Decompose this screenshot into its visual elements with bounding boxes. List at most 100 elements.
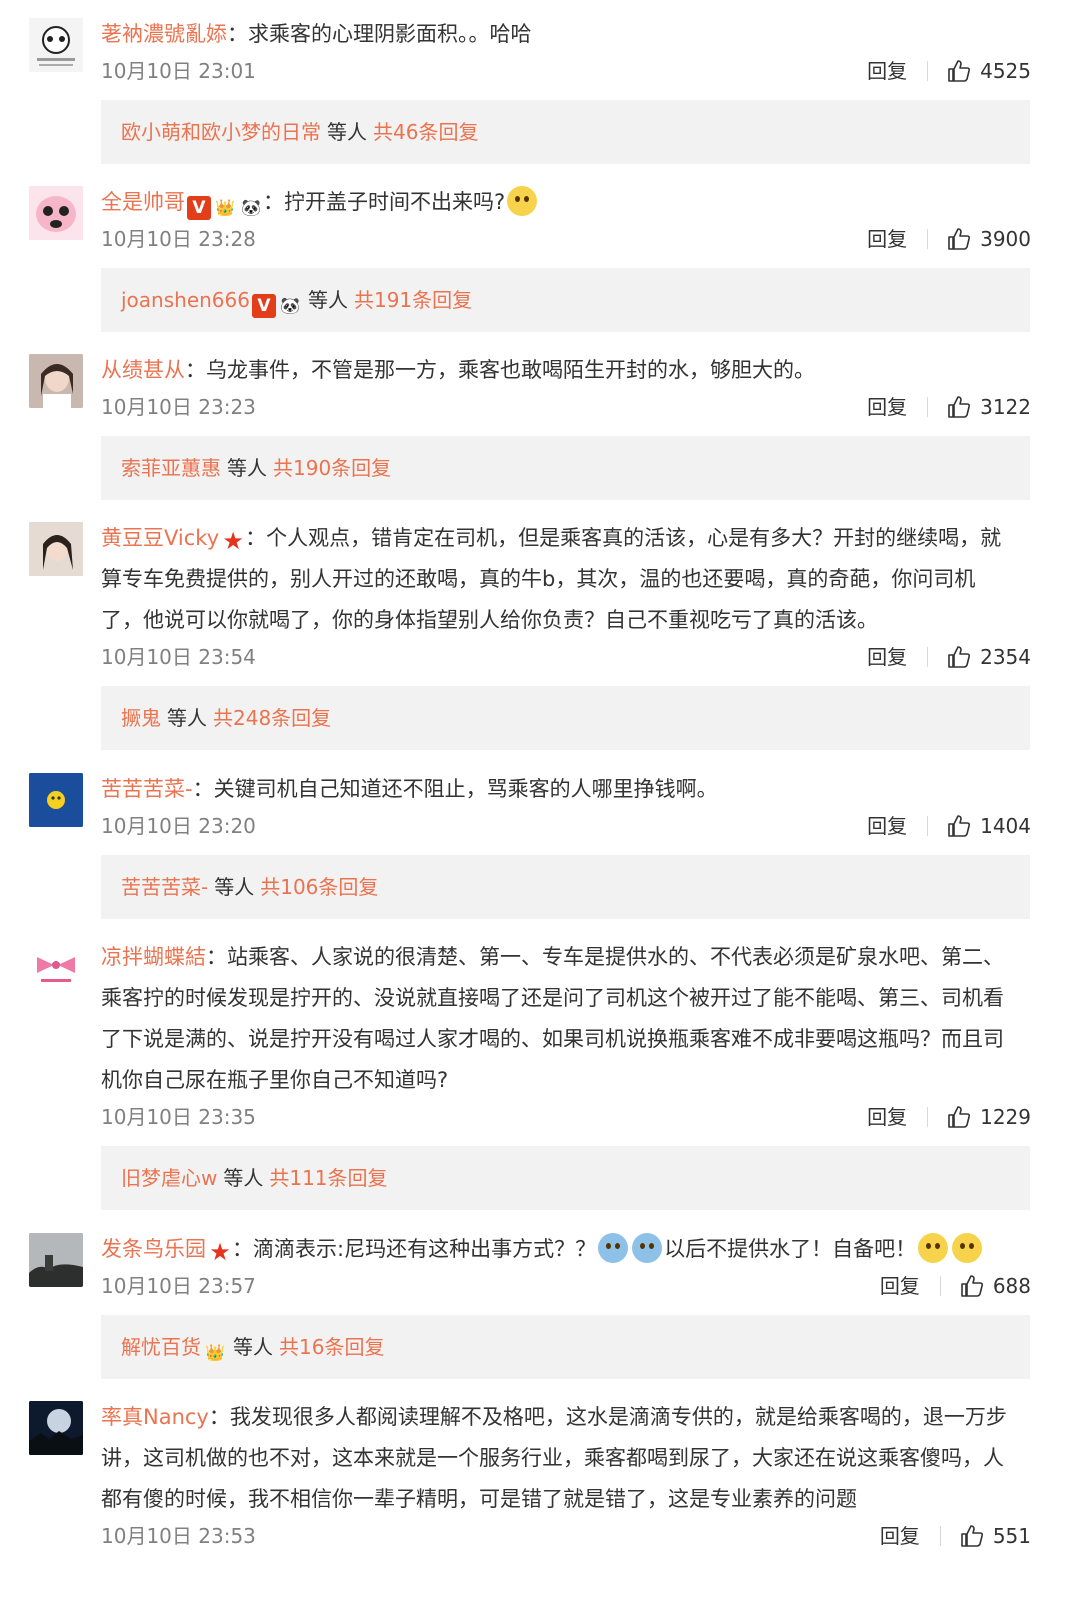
replies-count-link[interactable]: 共106条回复	[260, 875, 378, 899]
pink-bow-avatar[interactable]	[29, 941, 83, 995]
reply-username-link[interactable]: 索菲亚蕙惠	[121, 456, 221, 480]
reply-username-link[interactable]: 旧梦虐心w	[121, 1166, 217, 1190]
username-link[interactable]: 黄豆豆Vicky	[101, 526, 219, 550]
replies-count-link[interactable]: 共46条回复	[373, 120, 478, 144]
pink-panda-avatar[interactable]	[29, 186, 83, 240]
reply-button[interactable]: 回复	[880, 1271, 920, 1301]
name-separator: ：	[245, 526, 267, 550]
reply-button[interactable]: 回复	[867, 642, 907, 672]
replies-summary[interactable]: 欧小萌和欧小梦的日常 等人 共46条回复	[101, 100, 1030, 164]
like-button[interactable]: 3122	[946, 392, 1031, 422]
like-button[interactable]: 551	[959, 1521, 1031, 1551]
shocked-emoji	[632, 1233, 663, 1263]
reply-button[interactable]: 回复	[867, 392, 907, 422]
replies-summary[interactable]: 索菲亚蕙惠 等人 共190条回复	[101, 436, 1030, 500]
name-separator: ：	[232, 1237, 253, 1261]
replies-summary[interactable]: 旧梦虐心w 等人 共111条回复	[101, 1146, 1030, 1210]
comment-line: 都有傻的时候，我不相信你一辈子精明，可是错了就是错了，这是专业素养的问题	[101, 1487, 857, 1511]
username-link[interactable]: 荖衲濃號亂婖	[101, 22, 227, 46]
name-separator: ：	[192, 777, 214, 801]
thumbs-up-icon	[946, 58, 980, 84]
crown-badge-icon: 👑	[215, 198, 235, 217]
comment-meta: 10月10日 23:57 回复 688	[101, 1271, 1031, 1301]
name-separator: ：	[208, 1405, 230, 1429]
replies-summary[interactable]: 撅鬼 等人 共248条回复	[101, 686, 1030, 750]
thumbs-up-icon	[959, 1273, 993, 1299]
username-link[interactable]: 率真Nancy	[101, 1405, 209, 1429]
comment-text: 率真Nancy：我发现很多人都阅读理解不及格吧，这水是滴滴专供的，就是给乘客喝的…	[101, 1397, 1041, 1520]
laugh-emoji	[918, 1233, 949, 1263]
replies-connector: 等人	[227, 456, 267, 480]
reply-button[interactable]: 回复	[880, 1521, 920, 1551]
timestamp: 10月10日 23:54	[101, 645, 256, 669]
replies-count-link[interactable]: 共190条回复	[273, 456, 391, 480]
like-count: 2354	[980, 645, 1031, 669]
comment-text: 黄豆豆Vicky ★：个人观点，错肯定在司机，但是乘客真的活该，心是有多大？开封的…	[101, 518, 1041, 641]
thumbs-up-icon	[946, 226, 980, 252]
like-button[interactable]: 4525	[946, 56, 1031, 86]
like-button[interactable]: 2354	[946, 642, 1031, 672]
username-link[interactable]: 全是帅哥	[101, 190, 185, 214]
comment-line: 乌龙事件，不管是那一方，乘客也敢喝陌生开封的水，够胆大的。	[206, 358, 815, 382]
comment-actions: 回复 688	[880, 1271, 1031, 1301]
replies-summary[interactable]: 苦苦苦菜- 等人 共106条回复	[101, 855, 1030, 919]
replies-summary[interactable]: joanshen666 V 🐼 等人 共191条回复	[101, 268, 1030, 332]
timestamp: 10月10日 23:01	[101, 59, 256, 83]
replies-connector: 等人	[214, 875, 255, 899]
timestamp: 10月10日 23:28	[101, 227, 256, 251]
replies-count-link[interactable]: 共191条回复	[354, 288, 472, 312]
divider	[927, 816, 929, 836]
comment-line: 站乘客、人家说的很清楚、第一、专车是提供水的、不代表必须是矿泉水吧、第二、	[227, 945, 1004, 969]
like-button[interactable]: 3900	[946, 224, 1031, 254]
comment-text: 发条鸟乐园 ★：滴滴表示:尼玛还有这种出事方式？？ 以后不提供水了！自备吧！	[101, 1229, 1041, 1270]
woman-photo-avatar[interactable]	[29, 522, 83, 576]
like-count: 551	[992, 1524, 1031, 1548]
comment-actions: 回复 4525	[867, 56, 1031, 86]
like-button[interactable]: 1404	[946, 811, 1031, 841]
blue-sky-avatar[interactable]	[29, 773, 83, 827]
reply-username-link[interactable]: 欧小萌和欧小梦的日常	[121, 120, 321, 144]
verified-v-badge: V	[251, 294, 276, 318]
verified-v-badge: V	[187, 196, 211, 220]
reply-button[interactable]: 回复	[867, 56, 907, 86]
thumbs-up-icon	[946, 394, 980, 420]
reply-username-link[interactable]: 苦苦苦菜-	[121, 875, 208, 899]
star-badge-icon: ★	[209, 1238, 231, 1266]
dark-landscape-avatar[interactable]	[29, 1233, 83, 1287]
comment-line: 个人观点，错肯定在司机，但是乘客真的活该，心是有多大？开封的继续喝，就	[266, 526, 1002, 550]
panda-meme-avatar[interactable]	[29, 18, 83, 72]
replies-count-link[interactable]: 共16条回复	[279, 1335, 384, 1359]
reply-username-link[interactable]: 撅鬼	[121, 706, 161, 730]
like-count: 1404	[980, 814, 1031, 838]
username-link[interactable]: 从绩甚从	[101, 358, 185, 382]
timestamp: 10月10日 23:35	[101, 1105, 256, 1129]
replies-count-link[interactable]: 共111条回复	[269, 1166, 387, 1190]
moon-night-avatar[interactable]	[29, 1401, 83, 1455]
like-button[interactable]: 688	[959, 1271, 1031, 1301]
comment-meta: 10月10日 23:01 回复 4525	[101, 56, 1031, 86]
girl-photo-avatar[interactable]	[29, 354, 83, 408]
username-link[interactable]: 苦苦苦菜-	[101, 777, 193, 801]
like-count: 3900	[980, 227, 1031, 251]
thumbs-up-icon	[946, 813, 980, 839]
reply-button[interactable]: 回复	[867, 1102, 907, 1132]
comment-line: 机你自己尿在瓶子里你自己不知道吗?	[101, 1068, 449, 1092]
username-link[interactable]: 凉拌蝴蝶結	[101, 945, 206, 969]
reply-button[interactable]: 回复	[867, 811, 907, 841]
comment-meta: 10月10日 23:20 回复 1404	[101, 811, 1031, 841]
comment-line: 乘客拧的时候发现是拧开的、没说就直接喝了还是问了司机这个被开过了能不能喝、第三、…	[101, 986, 1004, 1010]
thumbs-up-icon	[946, 644, 980, 670]
username-link[interactable]: 发条鸟乐园	[101, 1237, 206, 1261]
comment-text: 苦苦苦菜-：关键司机自己知道还不阻止，骂乘客的人哪里挣钱啊。	[101, 769, 1041, 810]
like-button[interactable]: 1229	[946, 1102, 1031, 1132]
divider	[927, 61, 929, 81]
reply-username-link[interactable]: joanshen666	[121, 288, 250, 312]
replies-count-link[interactable]: 共248条回复	[213, 706, 331, 730]
replies-summary[interactable]: 解忧百货 👑 等人 共16条回复	[101, 1315, 1030, 1379]
like-count: 3122	[980, 395, 1031, 419]
reply-username-link[interactable]: 解忧百货	[121, 1335, 201, 1359]
comment-meta: 10月10日 23:23 回复 3122	[101, 392, 1031, 422]
reply-button[interactable]: 回复	[867, 224, 907, 254]
comment-line: 讲，这司机做的也不对，这本来就是一个服务行业，乘客都喝到尿了，大家还在说这乘客傻…	[101, 1446, 1004, 1470]
comment-actions: 回复 551	[880, 1521, 1031, 1551]
